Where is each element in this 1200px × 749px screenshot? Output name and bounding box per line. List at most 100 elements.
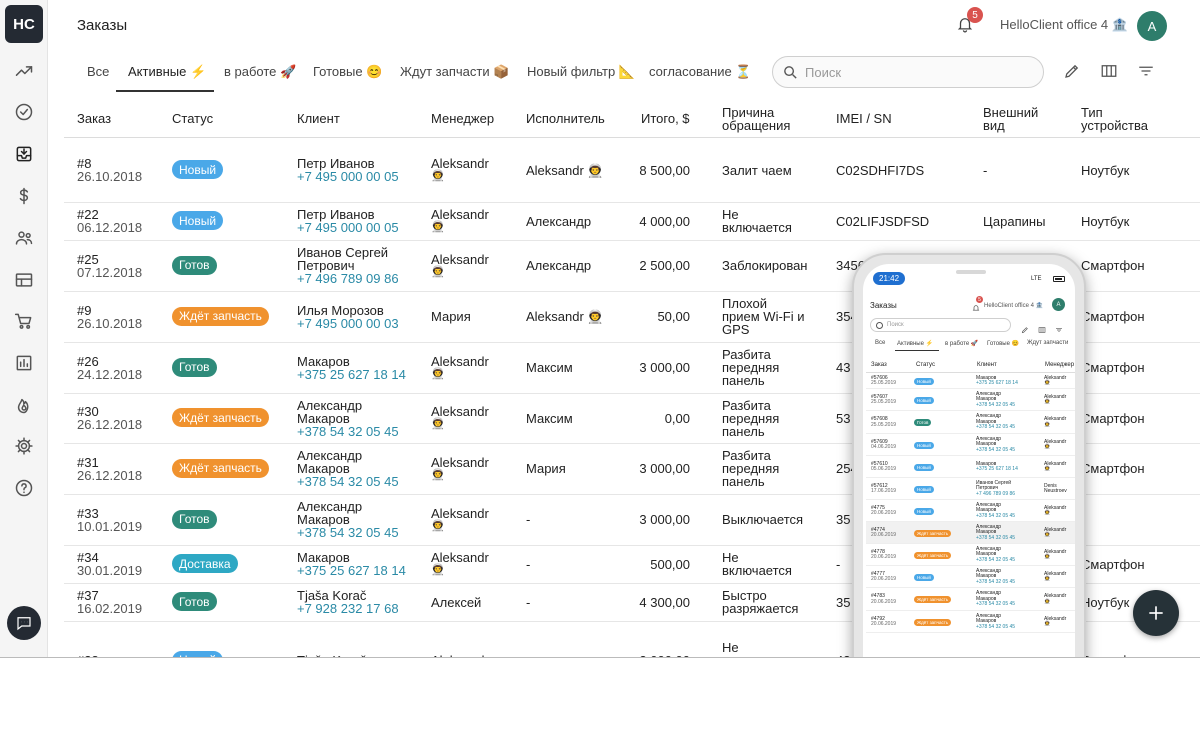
order-cell[interactable]: #22 06.12.2018 (77, 208, 142, 234)
client-cell[interactable]: Александр Макаров +378 54 32 05 45 (297, 500, 399, 539)
phone-table-row[interactable]: #4778 20.06.2019 Ждёт запчасть Александр Мак… (866, 544, 1075, 566)
office-name[interactable]: HelloClient office 4 🏦 (1000, 17, 1128, 33)
phone-table-row[interactable]: #57610 05.06.2019 Новый Макаров +375 25 627 … (866, 456, 1075, 478)
dollar-icon[interactable] (10, 182, 38, 210)
phone-table-row[interactable]: #4792 20.06.2019 Ждёт запчасть Александр Мак… (866, 611, 1075, 633)
phone-avatar[interactable]: A (1052, 298, 1065, 311)
inbox-icon[interactable] (10, 140, 38, 168)
tab-active[interactable]: Активные ⚡️ (128, 64, 206, 80)
order-cell[interactable]: #26 24.12.2018 (77, 355, 142, 381)
storage-icon[interactable] (10, 266, 38, 294)
client-phone[interactable]: +7 495 000 00 05 (297, 221, 399, 234)
column-header-reason[interactable]: Причина обращения (722, 106, 790, 132)
order-cell[interactable]: #25 07.12.2018 (77, 253, 142, 279)
cart-icon[interactable] (10, 307, 38, 335)
phone-table-row[interactable]: #57606 25.05.2019 Новый Макаров +375 25 627 … (866, 373, 1075, 389)
phone-table-row[interactable]: #4775 20.06.2019 Новый Александр Макаров +378… (866, 500, 1075, 522)
client-cell[interactable]: Александр Макаров +378 54 32 05 45 (297, 449, 399, 488)
tab-waiting-parts[interactable]: Ждут запчасти 📦 (400, 64, 509, 80)
status-badge[interactable]: Готов (172, 357, 217, 377)
search-input[interactable] (805, 62, 1035, 82)
order-cell[interactable]: #37 16.02.2019 (77, 589, 142, 615)
status-badge[interactable]: Ждёт запчасть (172, 408, 269, 427)
column-header-manager[interactable]: Менеджер (431, 112, 494, 125)
client-cell[interactable]: Иванов Сергей Петрович +7 496 789 09 86 (297, 246, 399, 285)
phone-search-input[interactable]: Поиск (870, 318, 1011, 332)
phone-table-row[interactable]: #57607 25.05.2019 Новый Александр Макаров +37… (866, 389, 1075, 411)
help-icon[interactable] (10, 474, 38, 502)
order-cell[interactable]: #34 30.01.2019 (77, 551, 142, 577)
client-phone[interactable]: +378 54 32 05 45 (297, 475, 399, 488)
filter-icon[interactable] (1137, 62, 1157, 82)
client-cell[interactable]: Макаров +375 25 627 18 14 (297, 355, 406, 381)
phone-tab-in-work[interactable]: в работе 🚀 (945, 340, 978, 347)
order-cell[interactable]: #9 26.10.2018 (77, 304, 142, 330)
client-phone[interactable]: +7 496 789 09 86 (297, 272, 399, 285)
client-cell[interactable]: Александр Макаров +378 54 32 05 45 (297, 399, 399, 438)
status-badge[interactable]: Новый (172, 650, 224, 657)
order-cell[interactable]: #31 26.12.2018 (77, 456, 142, 482)
column-header-order[interactable]: Заказ (77, 112, 111, 125)
client-phone[interactable]: +7 495 000 00 05 (297, 170, 399, 183)
avatar[interactable]: A (1137, 11, 1167, 41)
status-badge[interactable]: Новый (172, 211, 224, 230)
bar-chart-icon[interactable] (10, 349, 38, 377)
client-cell[interactable]: Петр Иванов +7 495 000 00 05 (297, 208, 399, 234)
client-cell[interactable]: Петр Иванов +7 495 000 00 05 (297, 157, 399, 183)
phone-tab-active[interactable]: Активные ⚡️ (897, 340, 933, 347)
column-header-client[interactable]: Клиент (297, 112, 340, 125)
gear-icon[interactable] (10, 432, 38, 460)
order-cell[interactable]: #8 26.10.2018 (77, 157, 142, 183)
search-box[interactable] (772, 56, 1044, 88)
phone-filter-icon[interactable] (1055, 321, 1063, 332)
phone-table-row[interactable]: #57608 25.05.2019 Готов Александр Макаров +37… (866, 411, 1075, 434)
order-cell[interactable]: #30 26.12.2018 (77, 405, 142, 431)
status-badge[interactable]: Готов (172, 592, 217, 611)
status-badge[interactable]: Готов (172, 509, 217, 529)
chat-button[interactable] (7, 606, 41, 640)
column-header-total[interactable]: Итого, $ (641, 112, 690, 125)
status-badge[interactable]: Новый (172, 160, 224, 179)
phone-tab-all[interactable]: Все (875, 340, 885, 346)
client-cell[interactable]: Tjaša Korač +7 928 232 17 68 (297, 589, 399, 615)
trending-up-icon[interactable] (10, 57, 38, 85)
client-cell[interactable]: Илья Морозов +7 495 000 00 03 (297, 304, 399, 330)
tab-new-filter[interactable]: Новый фильтр 📐 (527, 64, 635, 80)
people-icon[interactable] (10, 224, 38, 252)
order-cell[interactable]: #38 (77, 654, 99, 657)
phone-tab-waiting[interactable]: Ждут запчасти (1027, 340, 1068, 346)
tab-in-work[interactable]: в работе 🚀 (224, 64, 296, 80)
column-header-executor[interactable]: Исполнитель (526, 112, 605, 125)
add-order-button[interactable] (1133, 590, 1179, 636)
client-phone[interactable]: +7 495 000 00 03 (297, 317, 399, 330)
client-phone[interactable]: +375 25 627 18 14 (297, 564, 406, 577)
column-header-imei[interactable]: IMEI / SN (836, 112, 892, 125)
fire-icon[interactable] (10, 391, 38, 419)
app-logo[interactable]: HC (5, 5, 43, 43)
order-cell[interactable]: #33 10.01.2019 (77, 507, 142, 533)
status-badge[interactable]: Готов (172, 255, 217, 275)
phone-table-row[interactable]: #4783 20.06.2019 Ждёт запчасть Александр Мак… (866, 588, 1075, 611)
client-phone[interactable]: +378 54 32 05 45 (297, 526, 399, 539)
column-header-appearance[interactable]: Внешний вид (983, 106, 1038, 132)
phone-edit-icon[interactable] (1021, 321, 1029, 334)
client-phone[interactable]: +7 928 232 17 68 (297, 602, 399, 615)
client-cell[interactable]: Tjaša Korač (297, 654, 366, 657)
phone-columns-icon[interactable] (1038, 321, 1046, 333)
status-badge[interactable]: Ждёт запчасть (172, 458, 269, 478)
check-circle-icon[interactable] (10, 98, 38, 126)
column-header-status[interactable]: Статус (172, 112, 213, 125)
phone-table-row[interactable]: #4774 20.06.2019 Ждёт запчасть Александр Мак… (866, 522, 1075, 544)
client-phone[interactable]: +375 25 627 18 14 (297, 368, 406, 381)
phone-table-row[interactable]: #4777 20.06.2019 Новый Александр Макаров +378… (866, 566, 1075, 588)
status-badge[interactable]: Доставка (172, 554, 238, 573)
tab-all[interactable]: Все (87, 64, 109, 79)
client-cell[interactable]: Макаров +375 25 627 18 14 (297, 551, 406, 577)
tab-ready[interactable]: Готовые 😊 (313, 64, 382, 80)
phone-table-row[interactable]: #57609 04.06.2019 Новый Александр Макаров +37… (866, 434, 1075, 456)
phone-tab-ready[interactable]: Готовые 😊 (987, 340, 1019, 347)
edit-icon[interactable] (1063, 62, 1083, 82)
columns-icon[interactable] (1100, 62, 1120, 82)
client-phone[interactable]: +378 54 32 05 45 (297, 425, 399, 438)
phone-office-name[interactable]: HelloClient office 4 🏦 (984, 302, 1043, 309)
